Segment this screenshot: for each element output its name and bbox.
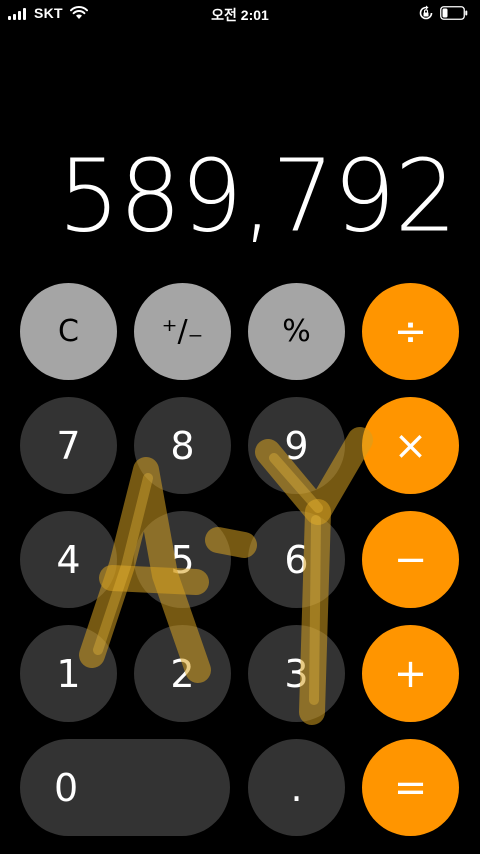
digit-1-button[interactable]: 1 bbox=[20, 625, 117, 722]
status-bar: SKT 오전 2:01 bbox=[0, 0, 480, 28]
percent-button[interactable]: % bbox=[248, 283, 345, 380]
digit-2-button[interactable]: 2 bbox=[134, 625, 231, 722]
digit-4-button[interactable]: 4 bbox=[20, 511, 117, 608]
clear-button[interactable]: C bbox=[20, 283, 117, 380]
digit-3-button[interactable]: 3 bbox=[248, 625, 345, 722]
decimal-button[interactable]: . bbox=[248, 739, 345, 836]
subtract-button[interactable]: − bbox=[362, 511, 459, 608]
sign-toggle-button[interactable]: ⁺/₋ bbox=[134, 283, 231, 380]
rotation-lock-icon bbox=[419, 5, 433, 20]
digit-0-button[interactable]: 0 bbox=[20, 739, 230, 836]
status-time: 오전 2:01 bbox=[211, 7, 269, 23]
divide-button[interactable]: ÷ bbox=[362, 283, 459, 380]
multiply-button[interactable]: × bbox=[362, 397, 459, 494]
equals-button[interactable]: = bbox=[362, 739, 459, 836]
add-button[interactable]: + bbox=[362, 625, 459, 722]
digit-6-button[interactable]: 6 bbox=[248, 511, 345, 608]
digit-8-button[interactable]: 8 bbox=[134, 397, 231, 494]
digit-7-button[interactable]: 7 bbox=[20, 397, 117, 494]
result-display: 589,792 bbox=[57, 138, 457, 256]
digit-9-button[interactable]: 9 bbox=[248, 397, 345, 494]
battery-icon bbox=[440, 6, 468, 20]
digit-5-button[interactable]: 5 bbox=[134, 511, 231, 608]
